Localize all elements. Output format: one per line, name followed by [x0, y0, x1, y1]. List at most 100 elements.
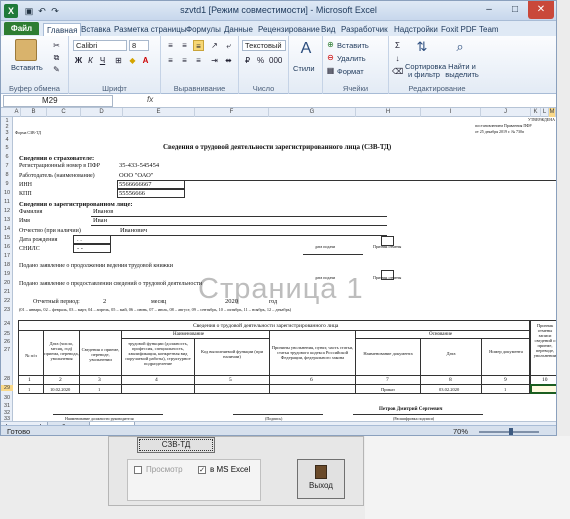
excel-checkbox[interactable]: ✓: [198, 466, 206, 474]
column-header-c[interactable]: C: [47, 108, 81, 117]
border-icon[interactable]: ⊞: [113, 55, 124, 66]
row-header-27[interactable]: 27: [1, 347, 13, 353]
row-header-24[interactable]: 24: [1, 321, 13, 327]
column-header-e[interactable]: E: [123, 108, 195, 117]
tab-formulas[interactable]: Формулы: [183, 23, 224, 36]
row-header-17[interactable]: 17: [1, 253, 13, 259]
worksheet[interactable]: Страница 1 Форма СЗВ-ТД УТВЕРЖДЕНА поста…: [13, 117, 556, 421]
tab-page-layout[interactable]: Разметка страницы: [111, 23, 190, 36]
insert-cells-icon[interactable]: ⊕: [325, 39, 336, 50]
paste-icon[interactable]: [15, 39, 37, 61]
column-header-a[interactable]: A: [13, 108, 21, 117]
column-header-h[interactable]: H: [356, 108, 421, 117]
tab-insert[interactable]: Вставка: [78, 23, 114, 36]
align-left-icon[interactable]: ≡: [165, 55, 176, 66]
paste-button[interactable]: Вставить: [11, 63, 43, 72]
row-header-5[interactable]: 5: [1, 145, 13, 151]
find-select-button[interactable]: Найти и выделить: [443, 63, 481, 79]
styles-button[interactable]: Стили: [293, 64, 315, 73]
font-size-select[interactable]: 8: [129, 40, 149, 51]
row-header-29[interactable]: 29: [1, 385, 13, 391]
font-color-icon[interactable]: A: [140, 55, 151, 66]
find-select-icon[interactable]: ⌕: [449, 39, 471, 61]
bold-icon[interactable]: Ж: [73, 55, 84, 66]
row-header-31[interactable]: 31: [1, 403, 13, 409]
tab-data[interactable]: Данные: [221, 23, 256, 36]
number-format-select[interactable]: Текстовый: [242, 40, 286, 51]
align-top-icon[interactable]: ≡: [165, 40, 176, 51]
column-header-j[interactable]: J: [481, 108, 531, 117]
fill-color-icon[interactable]: ◆: [127, 55, 138, 66]
row-header-9[interactable]: 9: [1, 181, 13, 187]
tab-view[interactable]: Вид: [318, 23, 338, 36]
row-header-3[interactable]: 3: [1, 130, 13, 136]
format-cells-button[interactable]: Формат: [337, 67, 364, 76]
row-header-20[interactable]: 20: [1, 280, 13, 286]
font-name-select[interactable]: Calibri: [73, 40, 127, 51]
insert-cells-button[interactable]: Вставить: [337, 41, 369, 50]
row-header-15[interactable]: 15: [1, 235, 13, 241]
sort-filter-button[interactable]: Сортировка и фильтр: [405, 63, 446, 79]
column-header-l[interactable]: L: [541, 108, 549, 117]
align-middle-icon[interactable]: ≡: [179, 40, 190, 51]
row-header-19[interactable]: 19: [1, 271, 13, 277]
row-header-11[interactable]: 11: [1, 199, 13, 205]
percent-icon[interactable]: %: [255, 55, 266, 66]
row-header-18[interactable]: 18: [1, 262, 13, 268]
copy-icon[interactable]: ⧉: [51, 52, 62, 63]
thousands-icon[interactable]: 000: [269, 55, 282, 66]
row-header-26[interactable]: 26: [1, 339, 13, 345]
zoom-slider-thumb[interactable]: [509, 428, 513, 435]
exit-button[interactable]: Выход: [297, 459, 345, 499]
merge-icon[interactable]: ⬌: [223, 55, 234, 66]
tab-file[interactable]: Файл: [4, 22, 39, 35]
tab-foxit[interactable]: Foxit PDF: [438, 23, 480, 36]
column-header-b[interactable]: B: [21, 108, 47, 117]
name-box[interactable]: M29: [3, 95, 113, 107]
row-header-16[interactable]: 16: [1, 244, 13, 250]
row-header-22[interactable]: 22: [1, 298, 13, 304]
row-header-10[interactable]: 10: [1, 190, 13, 196]
align-right-icon[interactable]: ≡: [193, 55, 204, 66]
sort-filter-icon[interactable]: ⇅: [411, 39, 433, 61]
cut-icon[interactable]: ✂: [51, 40, 62, 51]
tab-team[interactable]: Team: [476, 23, 502, 36]
column-header-k[interactable]: K: [531, 108, 541, 117]
align-center-icon[interactable]: ≡: [179, 55, 190, 66]
row-header-4[interactable]: 4: [1, 137, 13, 143]
row-header-13[interactable]: 13: [1, 217, 13, 223]
format-painter-icon[interactable]: ✎: [51, 64, 62, 75]
currency-icon[interactable]: ₽: [242, 55, 253, 66]
row-header-23[interactable]: 23: [1, 307, 13, 313]
underline-icon[interactable]: Ч: [97, 55, 108, 66]
fill-icon[interactable]: ↓: [392, 53, 403, 64]
szv-td-button[interactable]: СЗВ-ТД: [137, 437, 215, 453]
row-header-6[interactable]: 6: [1, 154, 13, 160]
sum-icon[interactable]: Σ: [392, 40, 403, 51]
tab-review[interactable]: Рецензирование: [255, 23, 323, 36]
row-header-14[interactable]: 14: [1, 226, 13, 232]
tab-developer[interactable]: Разработчик: [338, 23, 391, 36]
italic-icon[interactable]: К: [85, 55, 96, 66]
align-bottom-icon[interactable]: ≡: [193, 40, 204, 51]
fx-icon[interactable]: fx: [147, 95, 153, 104]
column-header-g[interactable]: G: [269, 108, 356, 117]
row-header-28[interactable]: 28: [1, 376, 13, 382]
row-header-21[interactable]: 21: [1, 289, 13, 295]
indent-icon[interactable]: ⇥: [209, 55, 220, 66]
delete-cells-icon[interactable]: ⊖: [325, 52, 336, 63]
minimize-icon[interactable]: –: [476, 1, 502, 19]
row-header-12[interactable]: 12: [1, 208, 13, 214]
column-header-m[interactable]: M: [549, 108, 556, 117]
orientation-icon[interactable]: ↗: [209, 40, 220, 51]
close-icon[interactable]: ✕: [528, 1, 554, 19]
selected-cell-m29[interactable]: [530, 384, 556, 394]
styles-icon[interactable]: A: [295, 40, 317, 62]
column-header-d[interactable]: D: [81, 108, 123, 117]
row-header-30[interactable]: 30: [1, 395, 13, 401]
row-header-8[interactable]: 8: [1, 172, 13, 178]
format-cells-icon[interactable]: ▦: [325, 65, 336, 76]
row-header-7[interactable]: 7: [1, 163, 13, 169]
clear-icon[interactable]: ⌫: [392, 66, 403, 77]
column-header-i[interactable]: I: [421, 108, 481, 117]
